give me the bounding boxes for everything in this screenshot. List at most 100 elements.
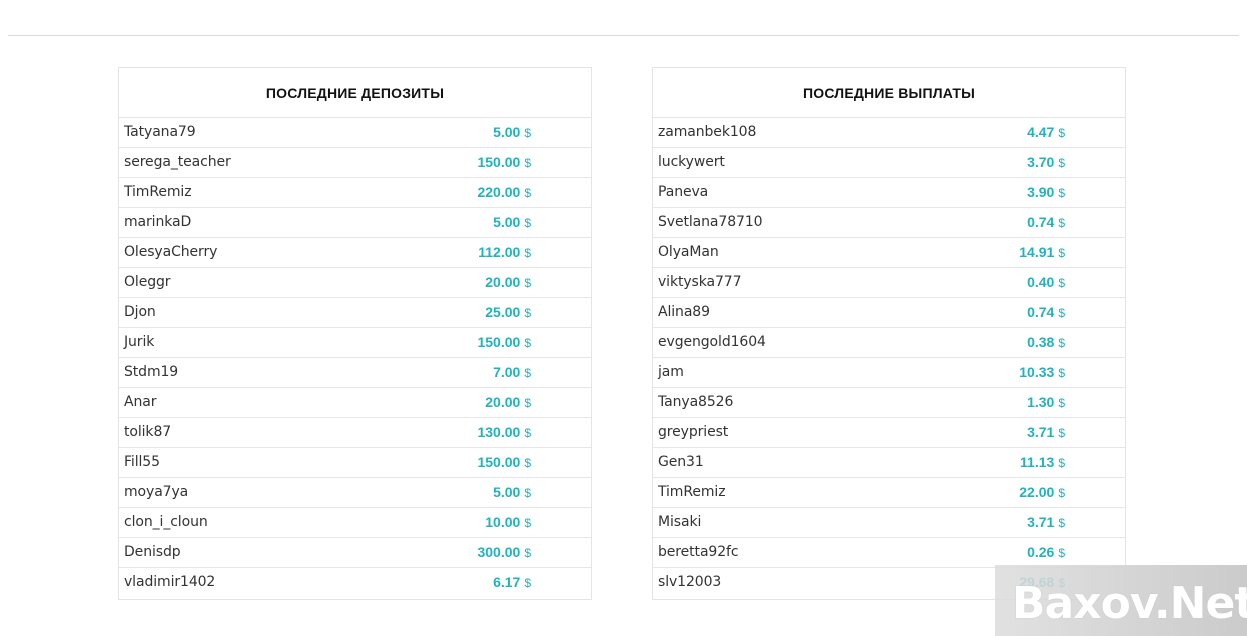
amount-value: 10.00 [485, 514, 521, 530]
currency-symbol: $ [524, 546, 531, 560]
recent-payouts-list: zamanbek108 4.47 $ luckywert 3.70 $ Paneva 3.90… [653, 118, 1125, 598]
recent-deposits-list: Tatyana79 5.00 $ serega_teacher 150.00 $ TimRe… [119, 118, 591, 598]
amount-value: 11.13 [1020, 454, 1055, 470]
amount-value: 20.00 [485, 274, 521, 290]
amount-value: 150.00 [477, 334, 521, 350]
currency-symbol: $ [1058, 486, 1065, 500]
list-item: zamanbek108 4.47 $ [653, 118, 1125, 148]
amount-value: 20.00 [485, 394, 521, 410]
amount: 22.00 $ [1019, 478, 1065, 508]
list-item: viktyska777 0.40 $ [653, 268, 1125, 298]
currency-symbol: $ [524, 336, 531, 350]
amount: 3.71 $ [1027, 418, 1065, 448]
amount-value: 5.00 [493, 214, 521, 230]
user-name: Jurik [124, 334, 155, 350]
currency-symbol: $ [1058, 366, 1065, 380]
currency-symbol: $ [524, 456, 531, 470]
amount: 150.00 $ [477, 328, 531, 358]
user-name: Tatyana79 [124, 124, 196, 140]
amount-value: 1.30 [1027, 394, 1055, 410]
amount: 3.90 $ [1027, 178, 1065, 208]
currency-symbol: $ [524, 396, 531, 410]
currency-symbol: $ [524, 366, 531, 380]
user-name: Svetlana78710 [658, 214, 763, 230]
currency-symbol: $ [1058, 246, 1065, 260]
currency-symbol: $ [524, 216, 531, 230]
amount: 0.26 $ [1027, 538, 1065, 568]
user-name: Denisdp [124, 544, 181, 560]
amount-value: 150.00 [477, 454, 521, 470]
amount: 6.17 $ [493, 568, 531, 598]
currency-symbol: $ [1058, 336, 1065, 350]
amount: 0.74 $ [1027, 208, 1065, 238]
user-name: Misaki [658, 514, 702, 530]
user-name: luckywert [658, 154, 725, 170]
currency-symbol: $ [524, 576, 531, 590]
amount-value: 0.74 [1027, 304, 1055, 320]
list-item: Alina89 0.74 $ [653, 298, 1125, 328]
currency-symbol: $ [1058, 516, 1065, 530]
recent-deposits-panel: ПОСЛЕДНИЕ ДЕПОЗИТЫ Tatyana79 5.00 $ serega_… [118, 67, 592, 600]
amount: 10.33 $ [1019, 358, 1065, 388]
list-item: jam 10.33 $ [653, 358, 1125, 388]
currency-symbol: $ [1058, 186, 1065, 200]
amount: 4.47 $ [1027, 118, 1065, 148]
user-name: Gen31 [658, 454, 704, 470]
amount: 0.38 $ [1027, 328, 1065, 358]
amount-value: 3.90 [1027, 184, 1055, 200]
amount: 7.00 $ [493, 358, 531, 388]
user-name: clon_i_cloun [124, 514, 208, 530]
user-name: Fill55 [124, 454, 160, 470]
amount-value: 0.26 [1027, 544, 1055, 560]
currency-symbol: $ [524, 246, 531, 260]
amount-value: 3.71 [1027, 424, 1055, 440]
user-name: Tanya8526 [658, 394, 734, 410]
list-item: Svetlana78710 0.74 $ [653, 208, 1125, 238]
currency-symbol: $ [1058, 216, 1065, 230]
currency-symbol: $ [1058, 276, 1065, 290]
amount: 3.71 $ [1027, 508, 1065, 538]
amount: 3.70 $ [1027, 148, 1065, 178]
amount-value: 5.00 [493, 484, 521, 500]
user-name: jam [658, 364, 684, 380]
amount-value: 22.00 [1019, 484, 1055, 500]
user-name: zamanbek108 [658, 124, 757, 140]
amount-value: 130.00 [477, 424, 521, 440]
user-name: vladimir1402 [124, 574, 216, 590]
amount: 130.00 $ [477, 418, 531, 448]
amount: 25.00 $ [485, 298, 531, 328]
user-name: Djon [124, 304, 156, 320]
amount-value: 112.00 [478, 244, 521, 260]
user-name: TimRemiz [658, 484, 726, 500]
list-item: moya7ya 5.00 $ [119, 478, 591, 508]
list-item: Tanya8526 1.30 $ [653, 388, 1125, 418]
currency-symbol: $ [524, 426, 531, 440]
amount-value: 7.00 [493, 364, 521, 380]
list-item: luckywert 3.70 $ [653, 148, 1125, 178]
user-name: moya7ya [124, 484, 189, 500]
amount: 150.00 $ [477, 148, 531, 178]
amount: 11.13 $ [1020, 448, 1065, 478]
list-item: TimRemiz 220.00 $ [119, 178, 591, 208]
user-name: viktyska777 [658, 274, 742, 290]
top-divider [8, 35, 1239, 36]
user-name: OlesyaCherry [124, 244, 218, 260]
amount-value: 0.38 [1027, 334, 1055, 350]
list-item: marinkaD 5.00 $ [119, 208, 591, 238]
amount: 112.00 $ [478, 238, 531, 268]
list-item: Tatyana79 5.00 $ [119, 118, 591, 148]
list-item: OlyaMan 14.91 $ [653, 238, 1125, 268]
list-item: Stdm19 7.00 $ [119, 358, 591, 388]
currency-symbol: $ [1058, 156, 1065, 170]
amount-value: 3.70 [1027, 154, 1055, 170]
amount: 0.74 $ [1027, 298, 1065, 328]
user-name: slv12003 [658, 574, 722, 590]
amount: 220.00 $ [477, 178, 531, 208]
list-item: greypriest 3.71 $ [653, 418, 1125, 448]
list-item: vladimir1402 6.17 $ [119, 568, 591, 598]
currency-symbol: $ [524, 306, 531, 320]
user-name: beretta92fc [658, 544, 739, 560]
watermark-logo: Baxov.Net [1012, 578, 1247, 629]
currency-symbol: $ [524, 486, 531, 500]
amount: 20.00 $ [485, 388, 531, 418]
